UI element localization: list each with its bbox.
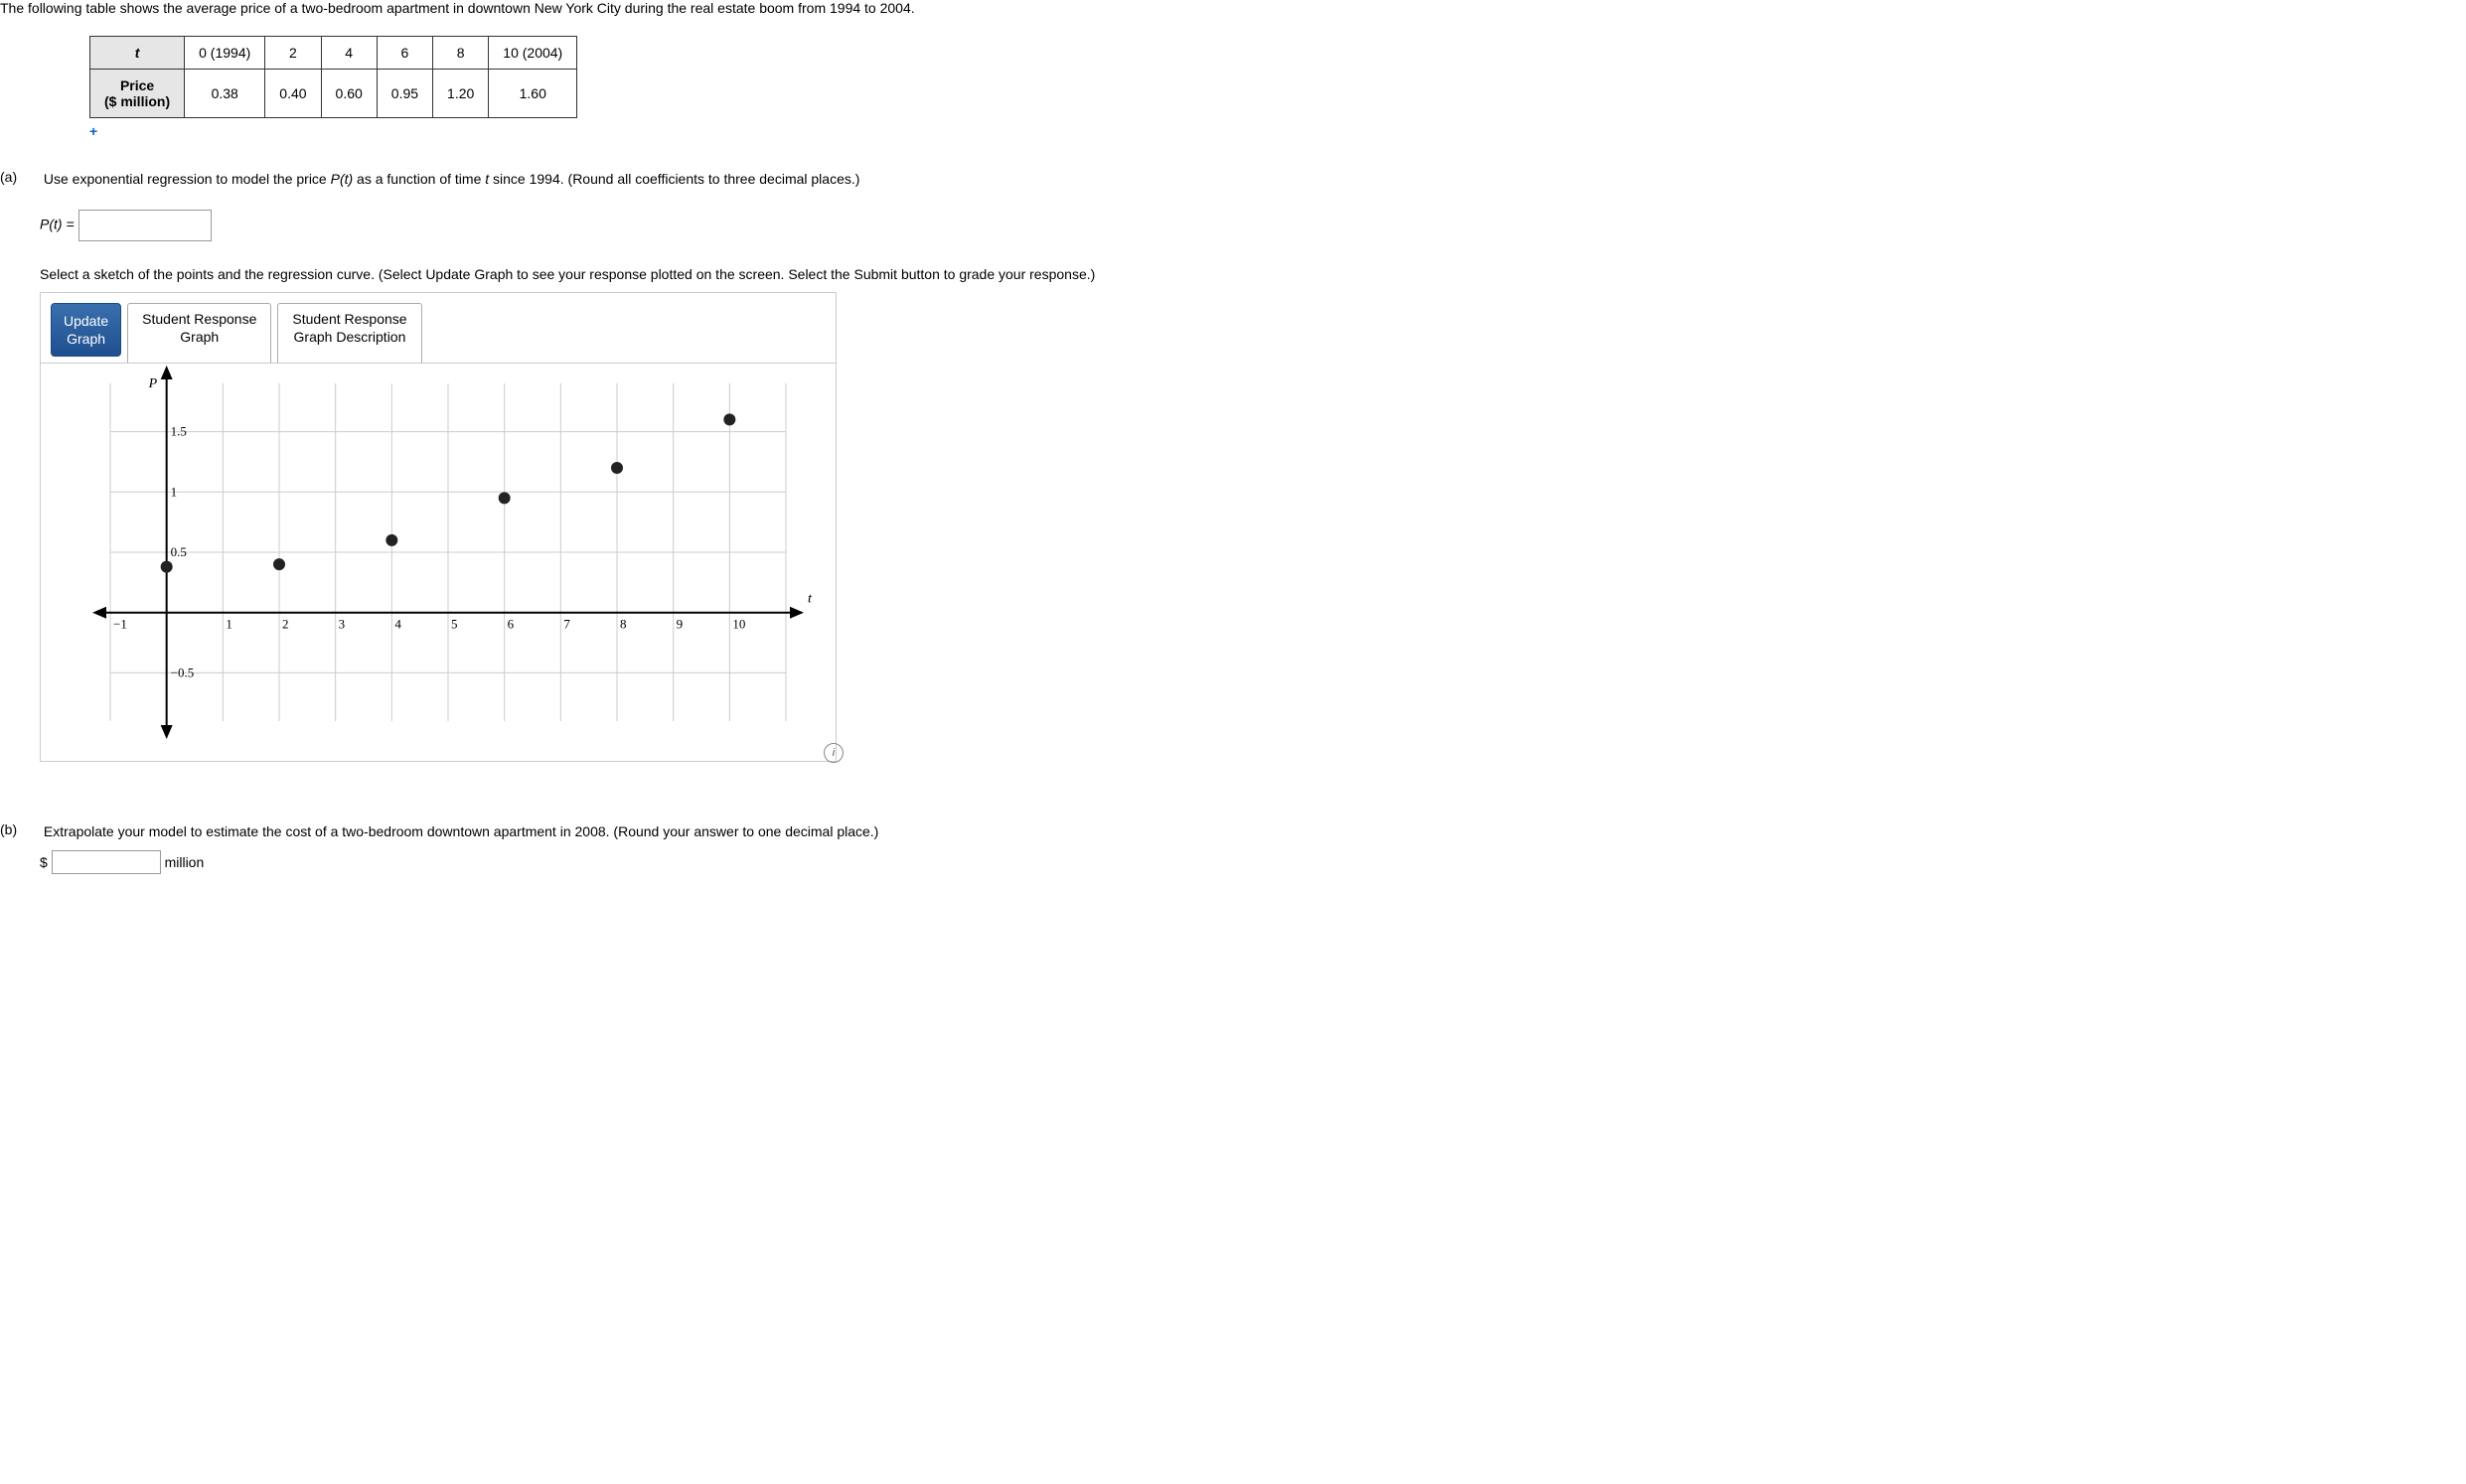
table-cell: 0.95	[377, 70, 432, 118]
svg-text:5: 5	[451, 617, 458, 632]
svg-text:7: 7	[563, 617, 570, 632]
expand-icon[interactable]: +	[89, 123, 2466, 139]
graph-area[interactable]: −112345678910−0.50.511.5Pt i	[51, 364, 826, 761]
table-cell: 0 (1994)	[185, 37, 265, 70]
pt-answer-input[interactable]	[78, 210, 212, 241]
svg-text:9: 9	[677, 617, 684, 632]
part-b-label: (b)	[0, 821, 40, 837]
equation-line: P(t) =	[40, 210, 2466, 241]
svg-text:2: 2	[282, 617, 289, 632]
data-table: t 0 (1994) 2 4 6 8 10 (2004) Price ($ mi…	[89, 36, 577, 118]
table-cell: 0.60	[321, 70, 377, 118]
tab-student-response-description[interactable]: Student ResponseGraph Description	[277, 303, 421, 363]
svg-text:−0.5: −0.5	[171, 666, 195, 680]
table-cell: 10 (2004)	[489, 37, 577, 70]
select-sketch-text: Select a sketch of the points and the re…	[40, 266, 2466, 282]
table-row1-label: t	[90, 37, 185, 70]
table-cell: 1.60	[489, 70, 577, 118]
svg-text:10: 10	[732, 617, 745, 632]
tab-student-response-graph[interactable]: Student ResponseGraph	[127, 303, 271, 363]
table-cell: 0.40	[265, 70, 321, 118]
svg-text:0.5: 0.5	[171, 544, 187, 559]
svg-text:1: 1	[171, 485, 178, 500]
dollar-sign: $	[40, 854, 48, 870]
table-cell: 6	[377, 37, 432, 70]
table-row2-label: Price ($ million)	[90, 70, 185, 118]
table-cell: 1.20	[433, 70, 489, 118]
table-cell: 0.38	[185, 70, 265, 118]
table-cell: 8	[433, 37, 489, 70]
unit-million: million	[165, 854, 205, 870]
part-b-question: Extrapolate your model to estimate the c…	[44, 823, 878, 839]
svg-text:P: P	[148, 376, 158, 391]
svg-text:1: 1	[226, 617, 232, 632]
intro-text: The following table shows the average pr…	[0, 0, 2466, 16]
scatter-chart: −1 1 2 3 4 5 6 7 8 9 10 −0.5 0.5 1 1.5 Pt	[51, 364, 826, 761]
svg-text:1.5: 1.5	[171, 424, 187, 439]
graph-container: UpdateGraph Student ResponseGraph Studen…	[40, 292, 837, 762]
svg-text:t: t	[808, 592, 813, 607]
svg-text:4: 4	[394, 617, 401, 632]
svg-text:−1: −1	[113, 617, 127, 632]
table-cell: 2	[265, 37, 321, 70]
table-cell: 4	[321, 37, 377, 70]
svg-text:3: 3	[339, 617, 346, 632]
svg-text:8: 8	[620, 617, 627, 632]
part-a-question: Use exponential regression to model the …	[44, 171, 860, 187]
svg-text:6: 6	[508, 617, 515, 632]
info-icon[interactable]: i	[824, 743, 844, 763]
update-graph-button[interactable]: UpdateGraph	[51, 303, 121, 357]
part-a-label: (a)	[0, 169, 40, 185]
cost-answer-input[interactable]	[52, 850, 161, 874]
